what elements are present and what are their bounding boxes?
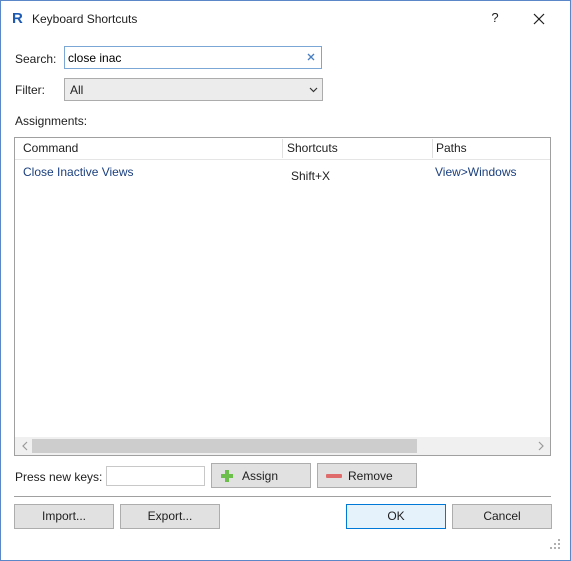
search-input[interactable]	[68, 49, 298, 66]
ok-button[interactable]: OK	[346, 504, 446, 529]
cancel-button[interactable]: Cancel	[452, 504, 552, 529]
scroll-right-icon[interactable]	[537, 441, 545, 451]
assign-button[interactable]: Assign	[211, 463, 311, 488]
chevron-down-icon	[309, 87, 318, 93]
revit-r-icon: R	[12, 10, 23, 27]
scroll-left-icon[interactable]	[21, 441, 29, 451]
divider	[14, 496, 551, 497]
cell-shortcuts: Shift+X	[291, 169, 331, 183]
filter-selected-value: All	[70, 83, 84, 97]
remove-button[interactable]: Remove	[317, 463, 417, 488]
table-row[interactable]: Close Inactive Views Shift+X View>Window…	[15, 164, 550, 184]
column-header-shortcuts[interactable]: Shortcuts	[279, 138, 429, 159]
close-icon	[533, 13, 545, 25]
help-button[interactable]: ?	[487, 10, 503, 28]
filter-label: Filter:	[15, 83, 45, 97]
assign-button-label: Assign	[242, 469, 279, 483]
press-new-keys-label: Press new keys:	[15, 470, 103, 484]
table-header: Command Shortcuts Paths	[15, 138, 550, 160]
minus-icon	[326, 474, 342, 478]
column-header-command[interactable]: Command	[15, 138, 282, 159]
column-header-paths[interactable]: Paths	[428, 138, 548, 159]
remove-button-label: Remove	[348, 469, 393, 483]
import-button[interactable]: Import...	[14, 504, 114, 529]
plus-icon	[221, 470, 233, 482]
assignments-table[interactable]: Command Shortcuts Paths Close Inactive V…	[14, 137, 551, 456]
cell-paths: View>Windows	[435, 165, 517, 179]
resize-grip-icon[interactable]	[549, 538, 561, 550]
close-button[interactable]	[529, 9, 549, 29]
press-new-keys-input[interactable]	[106, 466, 205, 486]
search-field[interactable]	[64, 46, 322, 69]
window-title: Keyboard Shortcuts	[32, 12, 138, 26]
cell-command: Close Inactive Views	[23, 165, 134, 179]
export-button[interactable]: Export...	[120, 504, 220, 529]
filter-dropdown[interactable]: All	[64, 78, 323, 101]
search-label: Search:	[15, 52, 57, 66]
horizontal-scrollbar[interactable]	[15, 437, 550, 455]
assignments-label: Assignments:	[15, 114, 88, 128]
title-bar[interactable]: R Keyboard Shortcuts ?	[1, 1, 570, 37]
keyboard-shortcuts-dialog: R Keyboard Shortcuts ? Search: Filter: A…	[0, 0, 571, 561]
clear-x-icon[interactable]	[305, 51, 317, 63]
scrollbar-thumb[interactable]	[32, 439, 417, 453]
